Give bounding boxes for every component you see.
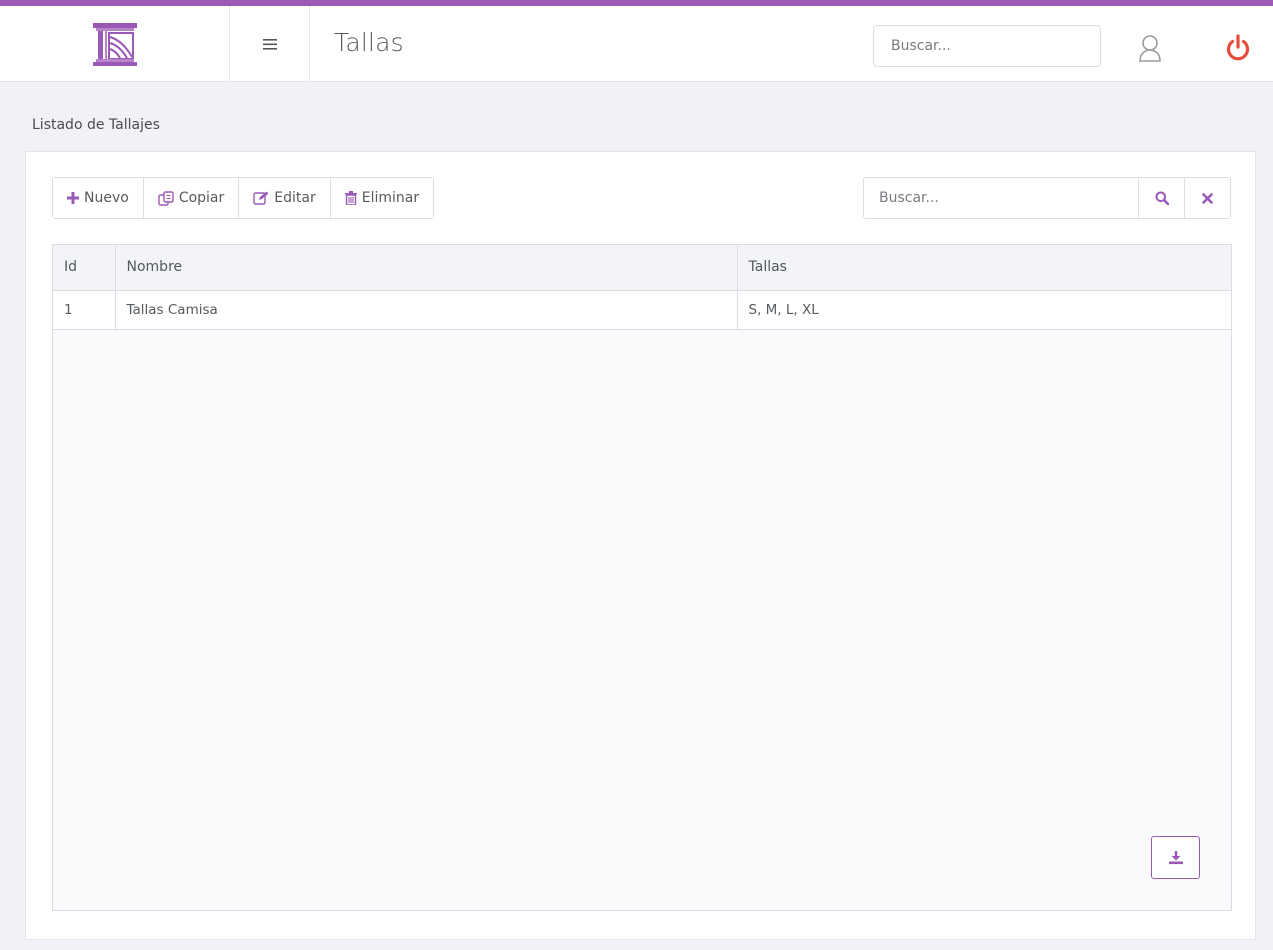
user-button[interactable] xyxy=(1132,30,1168,66)
cell-tallas: S, M, L, XL xyxy=(736,290,1231,329)
delete-button-label: Eliminar xyxy=(361,190,420,206)
search-button[interactable] xyxy=(1138,178,1184,218)
cell-nombre: Tallas Camisa xyxy=(114,290,737,329)
table-row[interactable]: 1 Tallas Camisa S, M, L, XL xyxy=(53,290,1231,329)
edit-button[interactable]: Editar xyxy=(239,178,331,218)
download-icon xyxy=(1168,850,1183,864)
copy-button[interactable]: Copiar xyxy=(143,178,240,218)
copy-button-label: Copiar xyxy=(178,190,225,206)
plus-icon xyxy=(67,192,79,204)
logout-button[interactable] xyxy=(1220,30,1256,66)
trash-icon xyxy=(344,191,357,205)
column-header-id[interactable]: Id xyxy=(53,245,115,291)
page-title: Tallas xyxy=(334,28,404,57)
copy-icon xyxy=(158,190,174,206)
top-navbar: Tallas xyxy=(0,0,1273,82)
download-button[interactable] xyxy=(1151,836,1200,879)
new-button-label: Nuevo xyxy=(84,190,129,206)
content-panel: Nuevo Copiar Editar Eliminar Buscar... I… xyxy=(25,151,1256,940)
delete-button[interactable]: Eliminar xyxy=(330,178,434,218)
table-search-input[interactable] xyxy=(864,178,1138,218)
logo[interactable] xyxy=(0,6,230,82)
hamburger-menu-icon xyxy=(262,38,277,50)
table-search-group xyxy=(863,177,1231,219)
edit-icon xyxy=(253,191,269,205)
global-search-input[interactable] xyxy=(873,25,1101,67)
section-title: Listado de Tallajes xyxy=(32,117,160,133)
edit-button-label: Editar xyxy=(274,190,316,206)
menu-toggle-button[interactable] xyxy=(230,6,310,82)
cell-id: 1 xyxy=(64,301,73,318)
power-icon xyxy=(1226,34,1250,61)
data-table-container: Id Nombre Tallas 1 Tallas Camisa S, M, L… xyxy=(52,244,1232,911)
close-icon xyxy=(1202,192,1213,204)
clear-search-button[interactable] xyxy=(1184,178,1230,218)
new-button[interactable]: Nuevo xyxy=(53,178,144,218)
user-icon xyxy=(1139,35,1161,62)
column-header-nombre[interactable]: Nombre xyxy=(114,245,737,291)
column-header-tallas[interactable]: Tallas xyxy=(736,245,1231,291)
building-logo-icon xyxy=(92,23,137,66)
data-table: Id Nombre Tallas 1 Tallas Camisa S, M, L… xyxy=(53,245,1231,330)
search-icon xyxy=(1155,191,1169,205)
toolbar-button-group: Nuevo Copiar Editar Eliminar xyxy=(52,177,435,219)
table-header-row: Id Nombre Tallas xyxy=(53,245,1231,291)
